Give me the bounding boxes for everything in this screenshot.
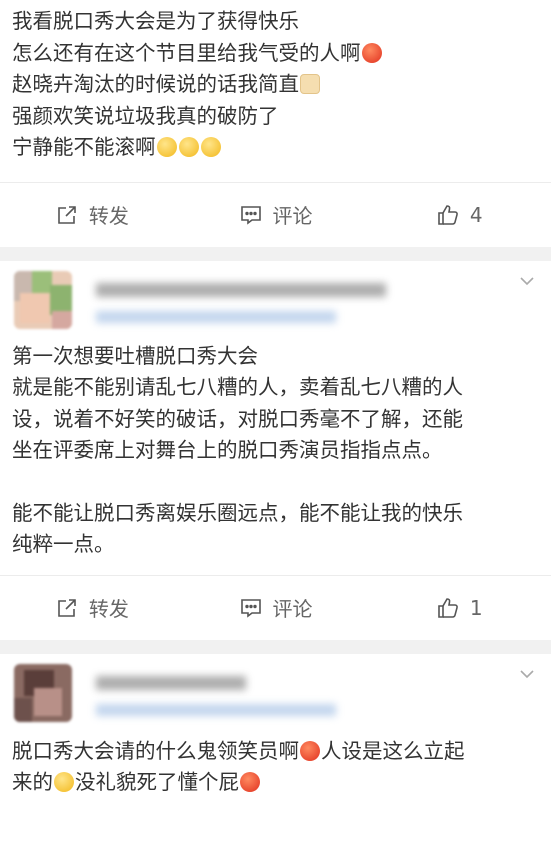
- repost-icon: [58, 598, 76, 617]
- post-2-line-3: 设，说着不好笑的破话，对脱口秀毫不了解，还能: [12, 406, 463, 431]
- angry-emoji-icon: [361, 42, 382, 63]
- post-2-actions: 转发 评论 1: [0, 574, 551, 640]
- separator: [0, 246, 551, 261]
- post-3: 脱口秀大会请的什么鬼领笑员啊 人设是这么立起 来的 没礼貌死了懂个屁: [0, 653, 551, 854]
- post-3-text: 脱口秀大会请的什么鬼领笑员啊 人设是这么立起 来的 没礼貌死了懂个屁: [0, 732, 551, 799]
- comment-icon: [240, 205, 261, 225]
- post-1-line-4: 强颜欢笑说垃圾我真的破防了: [12, 103, 279, 128]
- post-1: 我看脱口秀大会是为了获得快乐 怎么还有在这个节目里给我气受的人啊 赵晓卉淘汰的时…: [0, 0, 551, 247]
- smug-emoji-icon: [156, 137, 177, 157]
- angry-emoji-icon: [240, 772, 260, 792]
- dog-emoji-icon: [300, 74, 320, 94]
- comment-label: 评论: [272, 204, 313, 228]
- post-1-line-2-wrap: 怎么还有在这个节目里给我气受的人啊: [12, 38, 539, 70]
- post-1-actions: 转发 评论 4: [0, 181, 551, 247]
- repost-label: 转发: [88, 597, 129, 621]
- repost-icon: [58, 205, 76, 224]
- post-3-part-2: 人设是这么立起: [321, 738, 465, 763]
- repost-button[interactable]: 转发: [0, 593, 184, 622]
- post-meta: [96, 703, 336, 716]
- post-1-line-2: 怎么还有在这个节目里给我气受的人啊: [12, 40, 361, 65]
- comment-button[interactable]: 评论: [184, 593, 368, 622]
- post-2-header: [0, 261, 551, 339]
- post-3-line-2-wrap: 来的 没礼貌死了懂个屁: [12, 767, 539, 799]
- post-2: 第一次想要吐槽脱口秀大会 就是能不能别请乱七八糟的人，卖着乱七八糟的人 设，说着…: [0, 260, 551, 640]
- username[interactable]: [96, 675, 246, 690]
- post-2-line-1: 第一次想要吐槽脱口秀大会: [12, 343, 258, 368]
- post-1-line-5-wrap: 宁静能不能滚啊: [12, 132, 539, 164]
- avatar[interactable]: [14, 663, 72, 722]
- like-count: 4: [469, 202, 483, 227]
- comment-button[interactable]: 评论: [184, 200, 368, 229]
- post-3-part-1: 脱口秀大会请的什么鬼领笑员啊: [12, 738, 299, 763]
- post-2-line-4: 坐在评委席上对舞台上的脱口秀演员指指点点。: [12, 438, 443, 462]
- avatar[interactable]: [14, 270, 72, 329]
- post-1-text: 我看脱口秀大会是为了获得快乐 怎么还有在这个节目里给我气受的人啊 赵晓卉淘汰的时…: [0, 0, 551, 164]
- post-1-line-3-wrap: 赵晓卉淘汰的时候说的话我简直: [12, 69, 539, 101]
- like-count: 1: [469, 595, 483, 620]
- like-button[interactable]: 1: [367, 596, 551, 620]
- like-icon: [438, 597, 458, 618]
- post-1-line-1: 我看脱口秀大会是为了获得快乐: [12, 9, 299, 33]
- post-1-line-5: 宁静能不能滚啊: [12, 135, 156, 159]
- post-3-header: [0, 654, 551, 732]
- smug-emoji-icon: [178, 137, 199, 157]
- repost-label: 转发: [88, 204, 129, 228]
- separator: [0, 639, 551, 654]
- post-3-part-3: 来的: [12, 770, 53, 794]
- post-3-line-1-wrap: 脱口秀大会请的什么鬼领笑员啊 人设是这么立起: [12, 736, 539, 768]
- post-1-line-3: 赵晓卉淘汰的时候说的话我简直: [12, 72, 299, 96]
- smug-emoji-icon: [54, 772, 74, 792]
- post-2-line-6: 能不能让脱口秀离娱乐圈远点，能不能让我的快乐: [12, 500, 463, 525]
- username[interactable]: [96, 282, 386, 297]
- smug-emoji-icon: [200, 137, 221, 157]
- like-button[interactable]: 4: [367, 203, 551, 227]
- comment-icon: [240, 598, 261, 618]
- comment-label: 评论: [272, 597, 313, 621]
- post-2-line-7: 纯粹一点。: [12, 532, 115, 556]
- angry-emoji-icon: [300, 740, 320, 761]
- chevron-down-icon[interactable]: [515, 662, 539, 686]
- like-icon: [438, 204, 458, 225]
- repost-button[interactable]: 转发: [0, 200, 184, 229]
- post-2-text: 第一次想要吐槽脱口秀大会 就是能不能别请乱七八糟的人，卖着乱七八糟的人 设，说着…: [0, 339, 551, 561]
- post-meta: [96, 310, 336, 323]
- post-2-line-2: 就是能不能别请乱七八糟的人，卖着乱七八糟的人: [12, 375, 463, 399]
- chevron-down-icon[interactable]: [515, 269, 539, 293]
- post-2-line-5: [12, 467, 539, 498]
- post-3-part-4: 没礼貌死了懂个屁: [75, 770, 239, 794]
